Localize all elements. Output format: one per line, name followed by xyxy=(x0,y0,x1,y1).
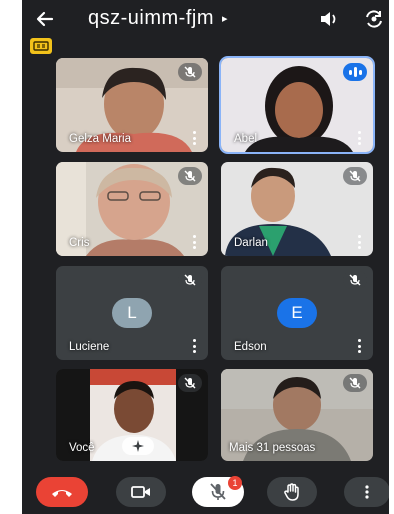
participant-tile-luciene[interactable]: L Luciene xyxy=(56,266,208,360)
avatar: L xyxy=(112,298,152,328)
captions-icon xyxy=(33,41,49,51)
self-view-tile[interactable]: Você xyxy=(56,369,208,461)
participant-options-button[interactable] xyxy=(190,235,198,249)
participant-name: Edson xyxy=(234,341,267,353)
mic-off-indicator xyxy=(343,167,367,185)
more-options-button[interactable] xyxy=(344,477,389,507)
participant-options-button[interactable] xyxy=(190,339,198,353)
participant-options-button[interactable] xyxy=(355,339,363,353)
captions-button[interactable] xyxy=(30,38,52,54)
audio-output-icon xyxy=(321,12,336,26)
participant-options-button[interactable] xyxy=(190,131,198,145)
audio-output-button[interactable] xyxy=(318,8,340,30)
mic-off-icon xyxy=(184,66,196,78)
raise-hand-button[interactable] xyxy=(267,477,317,507)
mic-off-indicator xyxy=(178,271,202,289)
more-vert-icon xyxy=(357,131,361,134)
participant-tile-darlan[interactable]: Darlan xyxy=(221,162,373,256)
raise-hand-icon xyxy=(284,483,299,501)
meeting-title-button[interactable]: qsz-uimm-fjm ▸ xyxy=(88,7,228,30)
more-vert-icon xyxy=(365,485,369,499)
back-button[interactable] xyxy=(32,6,58,32)
camera-icon xyxy=(131,486,150,498)
top-bar: qsz-uimm-fjm ▸ xyxy=(22,0,389,38)
mic-off-indicator xyxy=(178,167,202,185)
participant-tile-edson[interactable]: E Edson xyxy=(221,266,373,360)
mic-off-icon xyxy=(184,274,196,286)
more-vert-icon xyxy=(192,235,196,238)
participant-name: Cris xyxy=(69,237,90,249)
participant-options-button[interactable] xyxy=(355,131,363,145)
more-vert-icon xyxy=(192,339,196,342)
more-vert-icon xyxy=(357,235,361,238)
chevron-right-icon: ▸ xyxy=(222,13,228,25)
avatar: E xyxy=(277,298,317,328)
participant-name: Luciene xyxy=(69,341,110,353)
meeting-code: qsz-uimm-fjm xyxy=(88,7,214,29)
speaking-indicator xyxy=(343,63,367,81)
mic-off-icon xyxy=(349,170,361,182)
participant-tile-abel[interactable]: Abel xyxy=(221,58,373,152)
switch-camera-button[interactable] xyxy=(363,8,385,30)
effects-button[interactable] xyxy=(122,437,154,455)
mic-off-indicator xyxy=(178,374,202,392)
camera-toggle-button[interactable] xyxy=(116,477,166,507)
participant-name: Darlan xyxy=(234,237,268,249)
mic-off-indicator xyxy=(178,63,202,81)
mic-off-icon xyxy=(349,377,361,389)
end-call-icon xyxy=(52,490,72,497)
more-vert-icon xyxy=(192,131,196,134)
participant-name: Gelza Maria xyxy=(69,133,131,145)
meet-screen: qsz-uimm-fjm ▸ Gelza Maria Abel Cris Dar… xyxy=(22,0,389,514)
mic-off-indicator xyxy=(343,271,367,289)
notification-badge: 1 xyxy=(228,476,242,490)
mic-off-icon xyxy=(184,377,196,389)
mic-off-indicator xyxy=(343,374,367,392)
participant-tile-gelza-maria[interactable]: Gelza Maria xyxy=(56,58,208,152)
mic-off-icon xyxy=(184,170,196,182)
end-call-button[interactable] xyxy=(36,477,88,507)
participant-name: Abel xyxy=(234,133,258,145)
mic-off-icon xyxy=(210,483,226,500)
back-arrow-icon xyxy=(36,11,54,27)
camera-switch-icon xyxy=(366,10,382,28)
participant-name: Você xyxy=(69,442,95,454)
mic-off-icon xyxy=(349,274,361,286)
effects-icon xyxy=(132,440,144,452)
more-vert-icon xyxy=(357,339,361,342)
more-participants-label: Mais 31 pessoas xyxy=(229,442,316,454)
participant-options-button[interactable] xyxy=(355,235,363,249)
more-participants-tile[interactable]: Mais 31 pessoas xyxy=(221,369,373,461)
participant-tile-cris[interactable]: Cris xyxy=(56,162,208,256)
